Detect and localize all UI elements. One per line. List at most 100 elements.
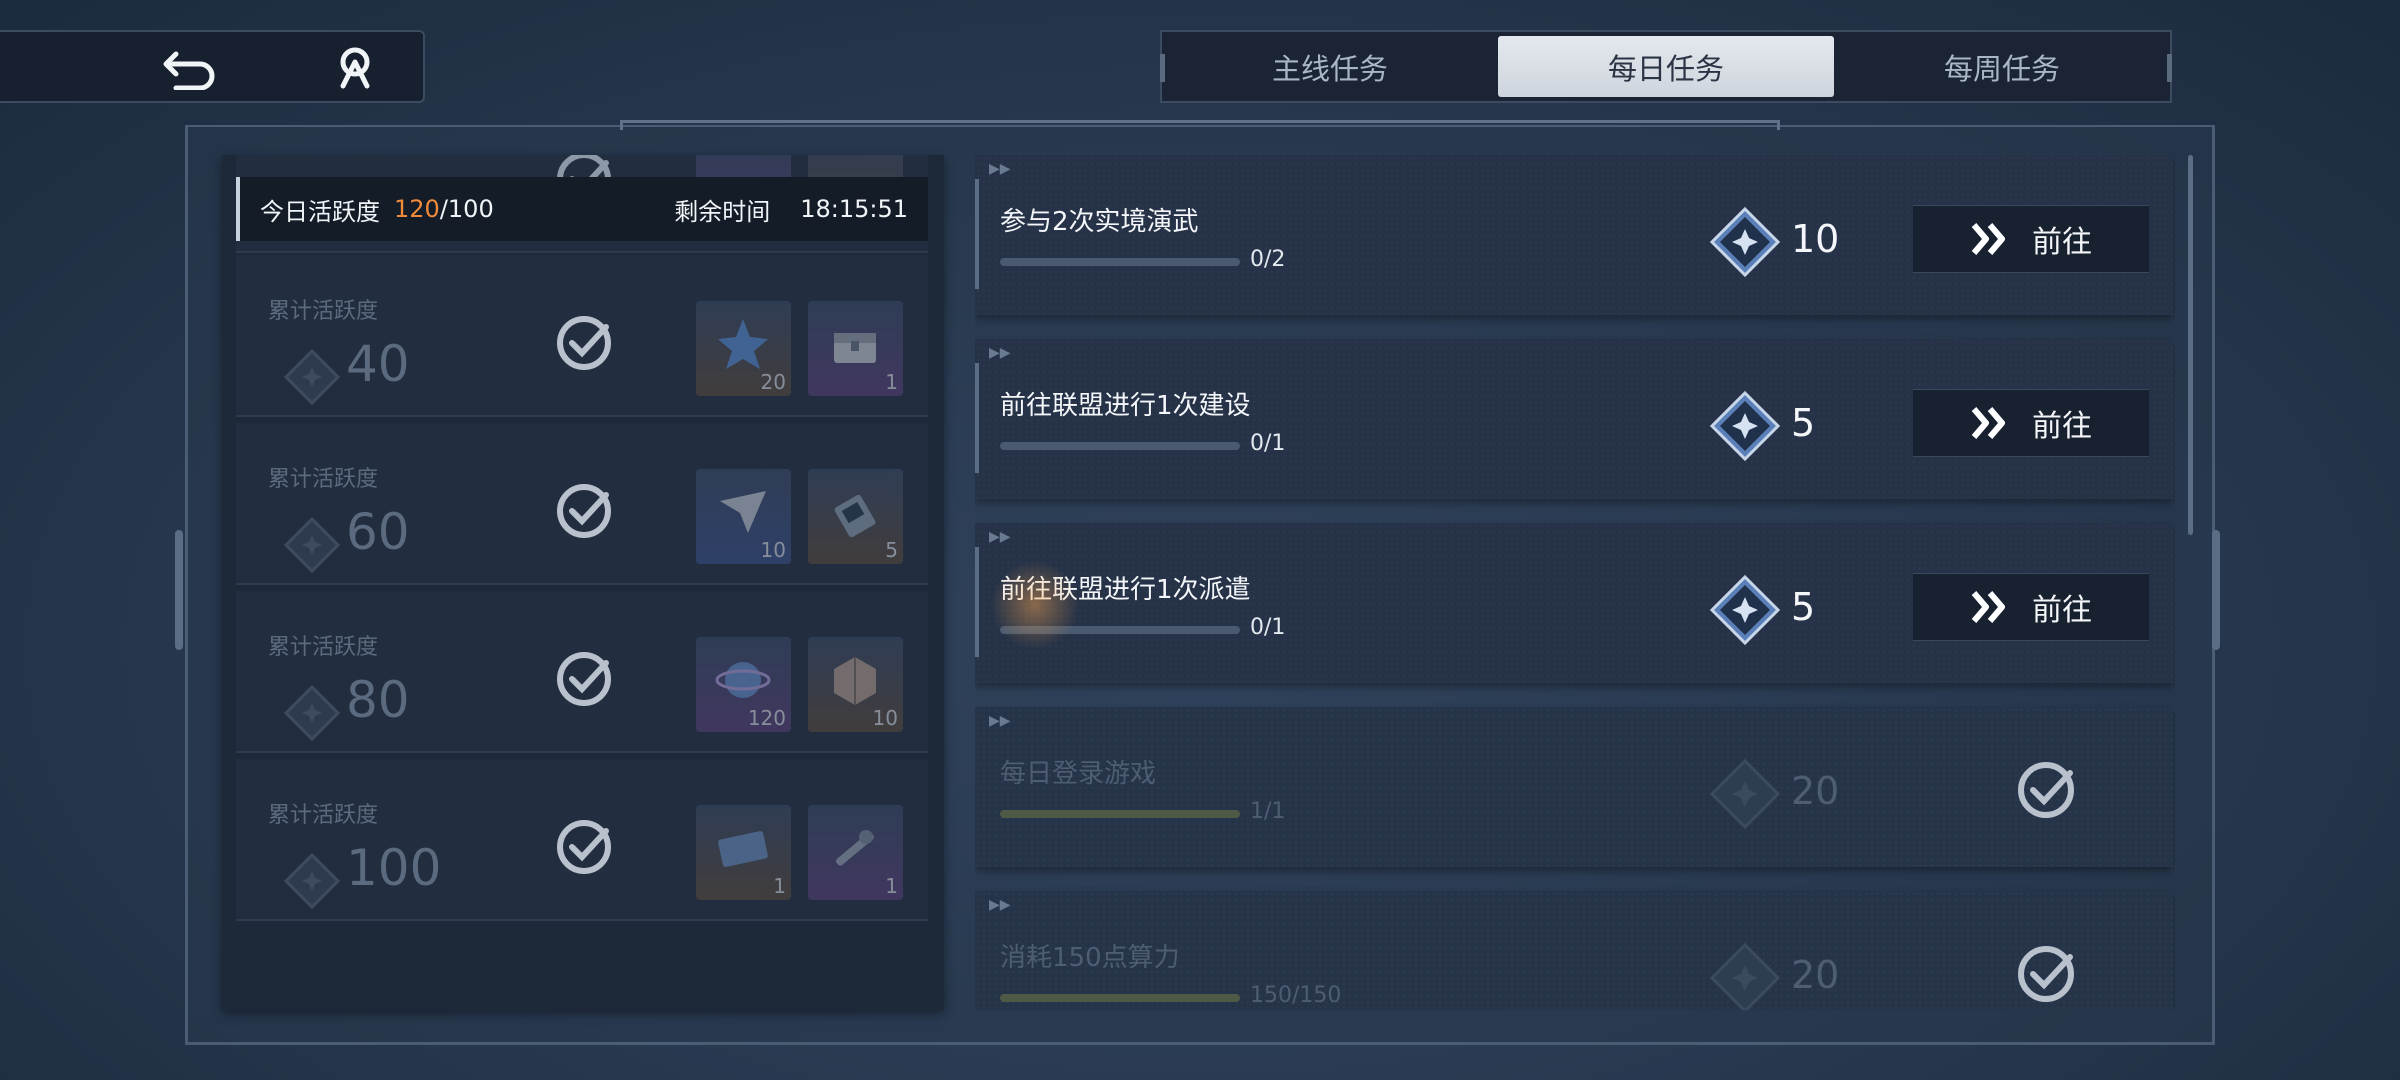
activity-label: 今日活跃度 (260, 197, 380, 226)
reward-item[interactable]: 10 (808, 637, 903, 732)
go-button[interactable]: 前往 (1913, 389, 2149, 457)
shard-icon (720, 491, 766, 533)
ticket-icon (718, 831, 768, 867)
completed-check-icon (2018, 762, 2074, 818)
claimed-check-icon (557, 652, 611, 706)
activity-diamond-icon (284, 685, 340, 741)
milestone-value: 60 (346, 503, 410, 561)
cube-icon (834, 657, 876, 705)
double-chevron-right-icon (1971, 223, 2005, 255)
task-progress-text: 1/1 (1250, 799, 1286, 824)
task-reward-value: 10 (1791, 217, 1840, 261)
activity-diamond-icon (284, 853, 340, 909)
home-button[interactable] (325, 42, 385, 94)
tab-weekly-tasks[interactable]: 每周任务 (1834, 32, 2170, 101)
card-decoration: ▶▶ (989, 345, 1011, 361)
card-decoration: ▶▶ (989, 713, 1011, 729)
card-accent (975, 179, 979, 289)
task-title: 消耗150点算力 (1000, 943, 1180, 973)
go-button[interactable]: 前往 (1913, 205, 2149, 273)
task-progress-bar (1000, 810, 1240, 818)
reward-count: 20 (760, 370, 786, 394)
remaining-time-label: 剩余时间 (674, 197, 771, 226)
reward-count: 1 (885, 370, 898, 394)
reward-item[interactable]: 5 (808, 469, 903, 564)
task-progress-bar (1000, 994, 1240, 1002)
device-icon (834, 494, 876, 538)
go-button-label: 前往 (2032, 593, 2092, 628)
task-title: 参与2次实境演武 (1000, 207, 1199, 237)
task-progress-text: 0/1 (1250, 615, 1286, 640)
task-title: 前往联盟进行1次派遣 (1000, 575, 1251, 605)
task-reward-value: 5 (1791, 585, 1816, 629)
milestone-row: 累计活跃度 80 120 10 (236, 591, 928, 753)
activity-header: 今日活跃度 120 /100 剩余时间 18:15:51 (236, 177, 928, 241)
reward-count: 1 (773, 874, 786, 898)
claimed-check-icon (557, 820, 611, 874)
task-reward-value: 5 (1791, 401, 1816, 445)
weapon-icon (836, 830, 874, 866)
activity-panel: 今日活跃度 120 /100 剩余时间 18:15:51 20 5 20000 … (222, 155, 944, 1010)
task-list-scrollbar[interactable] (2188, 155, 2193, 535)
reward-count: 10 (760, 538, 786, 562)
card-decoration: ▶▶ (989, 529, 1011, 545)
milestone-value: 100 (346, 839, 442, 897)
task-reward-value: 20 (1791, 769, 1840, 813)
go-button-label: 前往 (2032, 225, 2092, 260)
reward-item[interactable]: 20 (696, 301, 791, 396)
milestone-label: 累计活跃度 (268, 299, 379, 324)
frame-left-handle (175, 530, 183, 650)
reward-item[interactable]: 10 (696, 469, 791, 564)
milestone-row: 累计活跃度 100 1 1 (236, 759, 928, 921)
task-progress-fill (1000, 810, 1240, 818)
reward-item[interactable]: 1 (696, 805, 791, 900)
task-reward-value: 20 (1791, 953, 1840, 997)
milestone-label: 累计活跃度 (268, 467, 379, 492)
back-button[interactable] (160, 42, 220, 94)
reward-count: 1 (885, 874, 898, 898)
task-tabs: 主线任务 每日任务 每周任务 (1160, 30, 2172, 103)
frame-top-decoration (620, 120, 1780, 130)
task-progress-text: 0/1 (1250, 431, 1286, 456)
reward-count: 10 (872, 706, 898, 730)
activity-diamond-icon (1710, 943, 1780, 1010)
claimed-check-icon (557, 484, 611, 538)
reward-count: 120 (747, 706, 786, 730)
task-progress-text: 150/150 (1250, 983, 1342, 1008)
reward-item[interactable]: 1 (808, 805, 903, 900)
orb-icon (715, 662, 771, 698)
home-icon (340, 47, 370, 89)
double-chevron-right-icon (1971, 591, 2005, 623)
daily-task-list: ▶▶ 参与2次实境演武 0/2 10 前往 ▶▶ 前往联盟进行1次建设 0/1 … (975, 155, 2175, 1010)
task-card: ▶▶ 前往联盟进行1次派遣 0/1 5 前往 (975, 523, 2173, 683)
task-progress-bar (1000, 626, 1240, 634)
task-card: ▶▶ 参与2次实境演武 0/2 10 前往 (975, 155, 2173, 315)
completed-check-icon (2018, 946, 2074, 1002)
milestone-value: 80 (346, 671, 410, 729)
activity-max: /100 (439, 195, 494, 223)
tab-main-tasks[interactable]: 主线任务 (1162, 32, 1498, 101)
card-accent (975, 363, 979, 473)
activity-diamond-icon (1710, 391, 1780, 461)
go-button[interactable]: 前往 (1913, 573, 2149, 641)
milestone-row: 累计活跃度 60 10 5 (236, 423, 928, 585)
milestone-value: 40 (346, 335, 410, 393)
task-title: 每日登录游戏 (1000, 759, 1157, 789)
reward-item[interactable]: 1 (808, 301, 903, 396)
go-button-label: 前往 (2032, 409, 2092, 444)
activity-diamond-icon (1710, 759, 1780, 829)
tab-daily-tasks[interactable]: 每日任务 (1498, 36, 1834, 97)
frame-right-handle (2212, 530, 2220, 650)
task-progress-bar (1000, 442, 1240, 450)
chest-icon (834, 333, 876, 363)
task-card: ▶▶ 前往联盟进行1次建设 0/1 5 前往 (975, 339, 2173, 499)
card-decoration: ▶▶ (989, 161, 1011, 177)
reward-item[interactable]: 120 (696, 637, 791, 732)
activity-current: 120 (394, 195, 440, 223)
task-progress-bar (1000, 258, 1240, 266)
task-card-completed: ▶▶ 消耗150点算力 150/150 20 (975, 891, 2173, 1010)
milestone-label: 累计活跃度 (268, 635, 379, 660)
crystal-star-icon (718, 319, 768, 369)
activity-diamond-icon (1710, 207, 1780, 277)
double-chevron-right-icon (1971, 407, 2005, 439)
